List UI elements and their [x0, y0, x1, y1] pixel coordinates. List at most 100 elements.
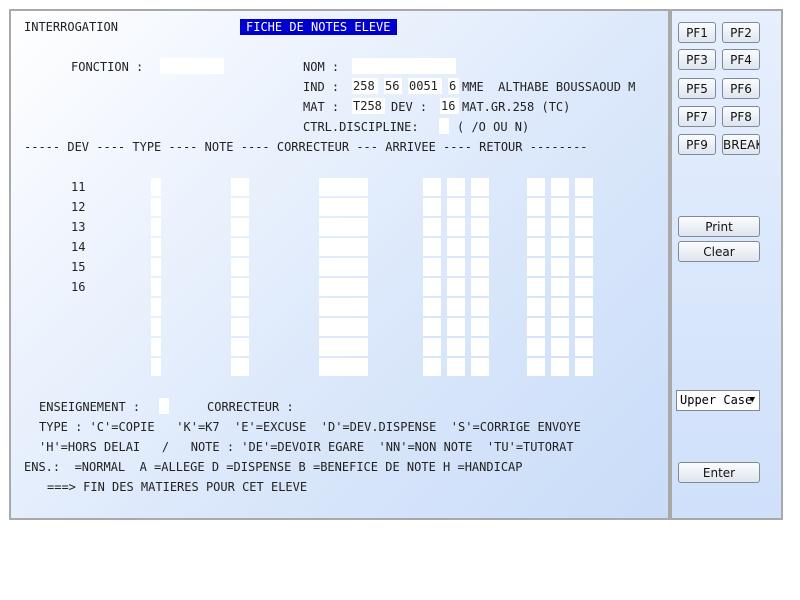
type-input[interactable]	[151, 298, 161, 316]
retour-month-input[interactable]	[551, 278, 569, 296]
arrivee-month-input[interactable]	[447, 358, 465, 376]
type-input[interactable]	[151, 238, 161, 256]
arrivee-day-input[interactable]	[423, 298, 441, 316]
correcteur-input[interactable]	[319, 178, 368, 196]
arrivee-year-input[interactable]	[471, 258, 489, 276]
note-input[interactable]	[231, 318, 249, 336]
arrivee-year-input[interactable]	[471, 278, 489, 296]
correcteur-input[interactable]	[319, 218, 368, 236]
arrivee-day-input[interactable]	[423, 318, 441, 336]
pf1-key-button[interactable]: PF1	[678, 22, 716, 43]
arrivee-month-input[interactable]	[447, 258, 465, 276]
arrivee-day-input[interactable]	[423, 338, 441, 356]
arrivee-month-input[interactable]	[447, 198, 465, 216]
clear-button[interactable]: Clear	[678, 241, 760, 262]
arrivee-month-input[interactable]	[447, 298, 465, 316]
type-input[interactable]	[151, 198, 161, 216]
correcteur-input[interactable]	[319, 198, 368, 216]
fonction-input[interactable]	[160, 58, 224, 74]
correcteur-input[interactable]	[319, 278, 368, 296]
ind-input-1[interactable]: 258	[352, 78, 378, 94]
pf8-key-button[interactable]: PF8	[722, 106, 760, 127]
note-input[interactable]	[231, 278, 249, 296]
retour-day-input[interactable]	[527, 338, 545, 356]
retour-year-input[interactable]	[575, 298, 593, 316]
case-select[interactable]: Upper Case ▼	[676, 390, 760, 411]
pf5-key-button[interactable]: PF5	[678, 78, 716, 99]
note-input[interactable]	[231, 198, 249, 216]
retour-year-input[interactable]	[575, 258, 593, 276]
arrivee-day-input[interactable]	[423, 198, 441, 216]
retour-day-input[interactable]	[527, 198, 545, 216]
arrivee-day-input[interactable]	[423, 218, 441, 236]
type-input[interactable]	[151, 278, 161, 296]
retour-month-input[interactable]	[551, 298, 569, 316]
note-input[interactable]	[231, 218, 249, 236]
arrivee-year-input[interactable]	[471, 358, 489, 376]
retour-month-input[interactable]	[551, 338, 569, 356]
type-input[interactable]	[151, 338, 161, 356]
arrivee-day-input[interactable]	[423, 258, 441, 276]
note-input[interactable]	[231, 338, 249, 356]
retour-year-input[interactable]	[575, 358, 593, 376]
pf2-key-button[interactable]: PF2	[722, 22, 760, 43]
retour-month-input[interactable]	[551, 258, 569, 276]
type-input[interactable]	[151, 358, 161, 376]
retour-year-input[interactable]	[575, 278, 593, 296]
arrivee-month-input[interactable]	[447, 178, 465, 196]
retour-month-input[interactable]	[551, 318, 569, 336]
pf3-key-button[interactable]: PF3	[678, 49, 716, 70]
arrivee-year-input[interactable]	[471, 178, 489, 196]
nom-input[interactable]	[352, 58, 456, 74]
retour-year-input[interactable]	[575, 318, 593, 336]
mat-input[interactable]: T258	[352, 98, 385, 114]
print-button[interactable]: Print	[678, 216, 760, 237]
arrivee-year-input[interactable]	[471, 238, 489, 256]
break-key-button[interactable]: BREAK	[722, 134, 760, 155]
arrivee-year-input[interactable]	[471, 298, 489, 316]
retour-year-input[interactable]	[575, 338, 593, 356]
ctrl-discipline-input[interactable]	[439, 118, 449, 134]
retour-day-input[interactable]	[527, 298, 545, 316]
retour-year-input[interactable]	[575, 178, 593, 196]
correcteur-input[interactable]	[319, 238, 368, 256]
ind-input-3[interactable]: 0051	[408, 78, 442, 94]
ind-input-4[interactable]: 6	[448, 78, 459, 94]
retour-year-input[interactable]	[575, 198, 593, 216]
correcteur-input[interactable]	[319, 338, 368, 356]
type-input[interactable]	[151, 178, 161, 196]
arrivee-day-input[interactable]	[423, 358, 441, 376]
retour-month-input[interactable]	[551, 178, 569, 196]
type-input[interactable]	[151, 318, 161, 336]
dev-input[interactable]: 16	[440, 98, 459, 114]
pf6-key-button[interactable]: PF6	[722, 78, 760, 99]
type-input[interactable]	[151, 258, 161, 276]
correcteur-input[interactable]	[319, 358, 368, 376]
arrivee-month-input[interactable]	[447, 238, 465, 256]
arrivee-year-input[interactable]	[471, 218, 489, 236]
retour-month-input[interactable]	[551, 198, 569, 216]
retour-month-input[interactable]	[551, 218, 569, 236]
arrivee-year-input[interactable]	[471, 198, 489, 216]
arrivee-month-input[interactable]	[447, 318, 465, 336]
enter-button[interactable]: Enter	[678, 462, 760, 483]
arrivee-year-input[interactable]	[471, 318, 489, 336]
arrivee-day-input[interactable]	[423, 278, 441, 296]
note-input[interactable]	[231, 298, 249, 316]
retour-day-input[interactable]	[527, 278, 545, 296]
enseignement-input[interactable]	[159, 398, 169, 414]
retour-month-input[interactable]	[551, 358, 569, 376]
retour-day-input[interactable]	[527, 178, 545, 196]
arrivee-year-input[interactable]	[471, 338, 489, 356]
correcteur-input[interactable]	[319, 318, 368, 336]
type-input[interactable]	[151, 218, 161, 236]
arrivee-month-input[interactable]	[447, 338, 465, 356]
retour-day-input[interactable]	[527, 318, 545, 336]
note-input[interactable]	[231, 238, 249, 256]
ind-input-2[interactable]: 56	[384, 78, 402, 94]
pf7-key-button[interactable]: PF7	[678, 106, 716, 127]
retour-day-input[interactable]	[527, 358, 545, 376]
note-input[interactable]	[231, 358, 249, 376]
arrivee-day-input[interactable]	[423, 178, 441, 196]
retour-month-input[interactable]	[551, 238, 569, 256]
